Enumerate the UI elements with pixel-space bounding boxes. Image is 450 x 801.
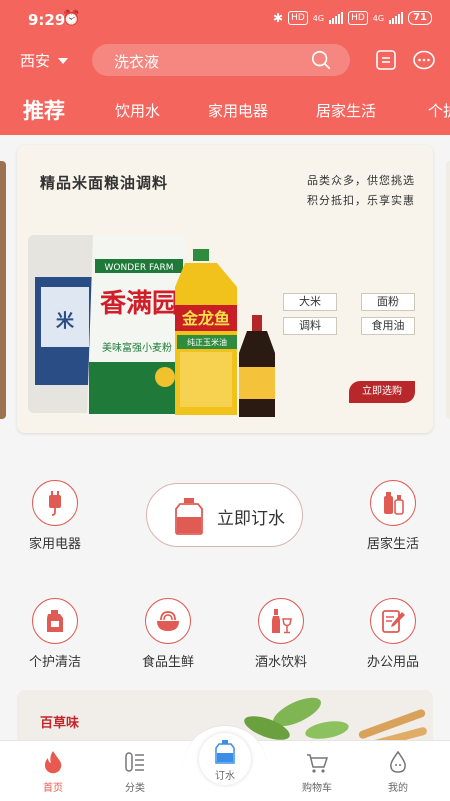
- order-water-label: 立即订水: [217, 509, 285, 529]
- nav-cart[interactable]: 购物车: [277, 741, 357, 801]
- top-bar: 9:29 ⏰ ✱ HD 4G HD 4G 71 西安 洗衣液 推荐 饮用水 家用…: [0, 0, 450, 135]
- status-time: 9:29: [28, 11, 66, 29]
- category-personal-care[interactable]: 个护清洁: [10, 598, 100, 670]
- home-living-bottle-icon: [370, 480, 416, 526]
- category-list-icon: [125, 752, 144, 772]
- category-label: 家用电器: [28, 537, 81, 552]
- wine-bottle-icon: [258, 598, 304, 644]
- signal-icon-1: [329, 12, 344, 24]
- category-grid: 家用电器 立即订水 居家生活 个护清洁 食品生鲜 酒水饮料 办公用品: [0, 450, 450, 690]
- network-type-2: 4G: [372, 13, 385, 23]
- message-icon[interactable]: [412, 48, 436, 72]
- category-drinks[interactable]: 酒水饮料: [236, 598, 326, 670]
- order-water-button[interactable]: 立即订水: [146, 483, 303, 547]
- battery-indicator: 71: [408, 11, 432, 25]
- banner-title: 精品米面粮油调料: [40, 174, 169, 192]
- shopping-cart-icon: [307, 754, 328, 773]
- category-fresh-food[interactable]: 食品生鲜: [123, 598, 213, 670]
- search-icon: [311, 50, 331, 70]
- flour-name: 美味富强小麦粉: [102, 341, 172, 354]
- category-office-supplies[interactable]: 办公用品: [348, 598, 438, 670]
- hd-badge-1: HD: [288, 11, 308, 25]
- search-bar[interactable]: 洗衣液: [92, 44, 350, 76]
- tab-drinking-water[interactable]: 饮用水: [115, 100, 160, 121]
- nav-home[interactable]: 首页: [13, 741, 93, 801]
- water-jug-icon: [215, 740, 235, 764]
- tab-home-living[interactable]: 居家生活: [316, 100, 376, 121]
- category-home-living[interactable]: 居家生活: [348, 480, 438, 552]
- network-type-1: 4G: [312, 13, 325, 23]
- banner-subtitle-1: 品类众多，供您挑选: [307, 174, 415, 187]
- nav-mine[interactable]: 我的: [358, 741, 438, 801]
- notepad-pen-icon: [370, 598, 416, 644]
- oil-name: 纯正玉米油: [187, 337, 227, 347]
- brand-logo: 百草味: [40, 716, 80, 731]
- flame-home-icon: [45, 751, 62, 774]
- city-label: 西安: [20, 52, 51, 70]
- alarm-icon: ⏰: [62, 9, 81, 27]
- tag-flour[interactable]: 面粉: [361, 293, 415, 311]
- tab-personal-care[interactable]: 个护: [428, 100, 450, 121]
- flour-brand-en: WONDER FARM: [105, 263, 174, 273]
- status-right: ✱ HD 4G HD 4G 71: [273, 11, 432, 25]
- category-label: 个护清洁: [28, 655, 81, 670]
- scan-icon[interactable]: [374, 48, 398, 72]
- svg-text:米: 米: [56, 310, 75, 332]
- appliance-plug-icon: [32, 480, 78, 526]
- nav-label: 分类: [125, 783, 145, 794]
- dropdown-arrow-icon: [58, 57, 69, 64]
- banner-subtitle-2: 积分抵扣，乐享实惠: [307, 194, 415, 207]
- flour-brand: 香满园: [100, 289, 178, 319]
- tab-recommend[interactable]: 推荐: [23, 95, 65, 125]
- search-row: 西安 洗衣液: [0, 44, 450, 76]
- bluetooth-icon: ✱: [273, 11, 284, 25]
- category-label: 居家生活: [366, 537, 419, 552]
- profile-drop-icon: [390, 750, 406, 773]
- nav-label: 购物车: [302, 783, 332, 794]
- category-tabs: 推荐 饮用水 家用电器 居家生活 个护: [0, 90, 450, 130]
- status-bar: 9:29 ⏰ ✱ HD 4G HD 4G 71: [0, 0, 450, 40]
- tab-home-appliances[interactable]: 家用电器: [208, 100, 268, 121]
- nav-category[interactable]: 分类: [95, 741, 175, 801]
- next-banner-peek: [446, 161, 450, 419]
- nav-label: 订水: [215, 771, 235, 782]
- search-placeholder: 洗衣液: [114, 53, 160, 71]
- tag-seasoning[interactable]: 调料: [283, 317, 337, 335]
- category-home-appliances[interactable]: 家用电器: [10, 480, 100, 552]
- category-label: 酒水饮料: [254, 655, 307, 670]
- water-bottle-icon: [175, 498, 203, 535]
- city-selector[interactable]: 西安: [20, 50, 69, 71]
- nav-label: 首页: [43, 783, 63, 794]
- banner-carousel[interactable]: 精品米面粮油调料 品类众多，供您挑选 积分抵扣，乐享实惠 米 WONDER FA…: [0, 145, 450, 435]
- tag-rice[interactable]: 大米: [283, 293, 337, 311]
- product-image: 米 WONDER FARM 香满园 美味富强小麦粉 金龙鱼 纯正玉米油: [28, 235, 275, 417]
- oil-bottle-image: 金龙鱼 纯正玉米油: [175, 249, 237, 415]
- nav-order-water[interactable]: 订水: [199, 733, 251, 785]
- buy-now-button[interactable]: 立即选购: [349, 381, 415, 403]
- signal-icon-2: [389, 12, 404, 24]
- food-bowl-icon: [145, 598, 191, 644]
- tag-cooking-oil[interactable]: 食用油: [361, 317, 415, 335]
- prev-banner-peek: [0, 161, 6, 419]
- detergent-bottle-icon: [32, 598, 78, 644]
- soy-sauce-bottle-image: [239, 315, 275, 417]
- banner-grain-oil[interactable]: 精品米面粮油调料 品类众多，供您挑选 积分抵扣，乐享实惠 米 WONDER FA…: [17, 145, 433, 433]
- category-label: 食品生鲜: [141, 655, 194, 670]
- hd-badge-2: HD: [348, 11, 368, 25]
- category-label: 办公用品: [366, 655, 419, 670]
- nav-label: 我的: [388, 783, 408, 794]
- oil-brand: 金龙鱼: [181, 309, 230, 328]
